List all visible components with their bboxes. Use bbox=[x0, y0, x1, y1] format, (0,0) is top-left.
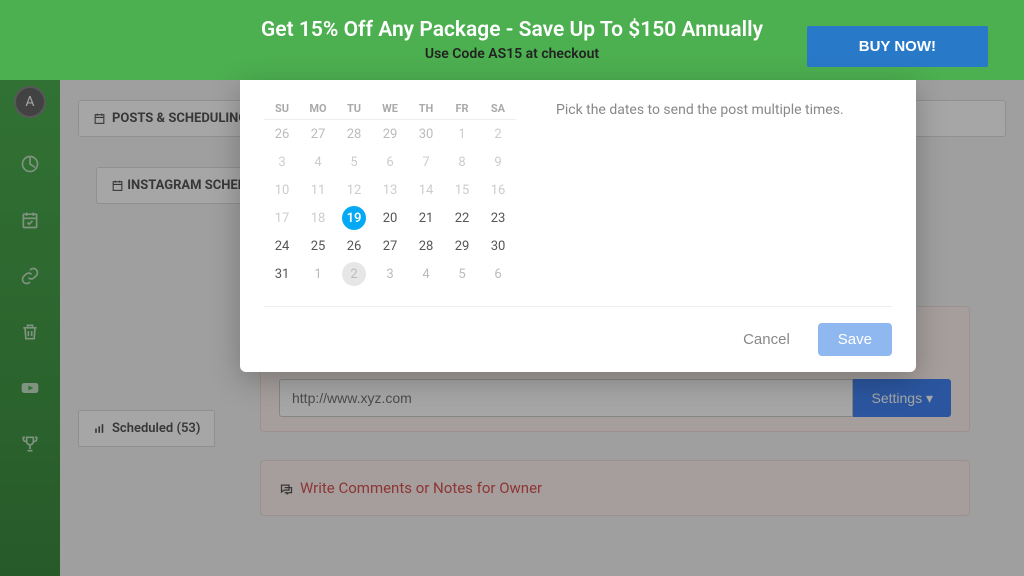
calendar-day[interactable]: 5 bbox=[444, 260, 480, 288]
date-picker-modal: SUMOTUWETHFRSA 2627282930123456789101112… bbox=[240, 80, 916, 372]
calendar-day[interactable]: 10 bbox=[264, 176, 300, 204]
calendar-day[interactable]: 28 bbox=[336, 120, 372, 148]
calendar-day[interactable]: 11 bbox=[300, 176, 336, 204]
calendar-day[interactable]: 14 bbox=[408, 176, 444, 204]
calendar-day[interactable]: 12 bbox=[336, 176, 372, 204]
calendar-day[interactable]: 4 bbox=[408, 260, 444, 288]
calendar-day[interactable]: 30 bbox=[408, 120, 444, 148]
calendar-grid: 2627282930123456789101112131415161718192… bbox=[264, 119, 516, 288]
calendar-day-header: TH bbox=[408, 98, 444, 119]
calendar-day[interactable]: 15 bbox=[444, 176, 480, 204]
calendar-day-header: TU bbox=[336, 98, 372, 119]
calendar-day-header: SU bbox=[264, 98, 300, 119]
calendar-day-header: MO bbox=[300, 98, 336, 119]
calendar-day[interactable]: 6 bbox=[372, 148, 408, 176]
calendar-day-header: WE bbox=[372, 98, 408, 119]
calendar-day[interactable]: 23 bbox=[480, 204, 516, 232]
calendar-header: SUMOTUWETHFRSA bbox=[264, 98, 516, 119]
calendar-day[interactable]: 27 bbox=[300, 120, 336, 148]
calendar-day[interactable]: 29 bbox=[444, 232, 480, 260]
buy-now-button[interactable]: BUY NOW! bbox=[807, 26, 988, 67]
calendar-day[interactable]: 17 bbox=[264, 204, 300, 232]
calendar-day[interactable]: 30 bbox=[480, 232, 516, 260]
calendar-day-header: SA bbox=[480, 98, 516, 119]
calendar-day[interactable]: 9 bbox=[480, 148, 516, 176]
promo-title: Get 15% Off Any Package - Save Up To $15… bbox=[261, 18, 763, 42]
calendar-day[interactable]: 16 bbox=[480, 176, 516, 204]
calendar-day[interactable]: 2 bbox=[336, 260, 372, 288]
promo-bar: Get 15% Off Any Package - Save Up To $15… bbox=[0, 0, 1024, 80]
calendar-day[interactable]: 24 bbox=[264, 232, 300, 260]
calendar: SUMOTUWETHFRSA 2627282930123456789101112… bbox=[264, 98, 516, 288]
calendar-day[interactable]: 27 bbox=[372, 232, 408, 260]
calendar-day[interactable]: 22 bbox=[444, 204, 480, 232]
calendar-day[interactable]: 31 bbox=[264, 260, 300, 288]
save-button[interactable]: Save bbox=[818, 323, 892, 356]
calendar-day[interactable]: 1 bbox=[300, 260, 336, 288]
calendar-day[interactable]: 29 bbox=[372, 120, 408, 148]
calendar-day[interactable]: 28 bbox=[408, 232, 444, 260]
calendar-day[interactable]: 1 bbox=[444, 120, 480, 148]
promo-sub: Use Code AS15 at checkout bbox=[261, 46, 763, 62]
calendar-day[interactable]: 18 bbox=[300, 204, 336, 232]
calendar-day[interactable]: 2 bbox=[480, 120, 516, 148]
calendar-day[interactable]: 3 bbox=[264, 148, 300, 176]
cancel-button[interactable]: Cancel bbox=[731, 323, 802, 356]
calendar-day[interactable]: 5 bbox=[336, 148, 372, 176]
calendar-day[interactable]: 7 bbox=[408, 148, 444, 176]
calendar-day-header: FR bbox=[444, 98, 480, 119]
calendar-day[interactable]: 3 bbox=[372, 260, 408, 288]
calendar-day[interactable]: 8 bbox=[444, 148, 480, 176]
calendar-day[interactable]: 25 bbox=[300, 232, 336, 260]
calendar-day[interactable]: 20 bbox=[372, 204, 408, 232]
calendar-day[interactable]: 21 bbox=[408, 204, 444, 232]
calendar-day[interactable]: 26 bbox=[336, 232, 372, 260]
calendar-day[interactable]: 19 bbox=[336, 204, 372, 232]
calendar-day[interactable]: 4 bbox=[300, 148, 336, 176]
calendar-day[interactable]: 13 bbox=[372, 176, 408, 204]
calendar-day[interactable]: 6 bbox=[480, 260, 516, 288]
calendar-day[interactable]: 26 bbox=[264, 120, 300, 148]
modal-hint: Pick the dates to send the post multiple… bbox=[556, 98, 844, 288]
